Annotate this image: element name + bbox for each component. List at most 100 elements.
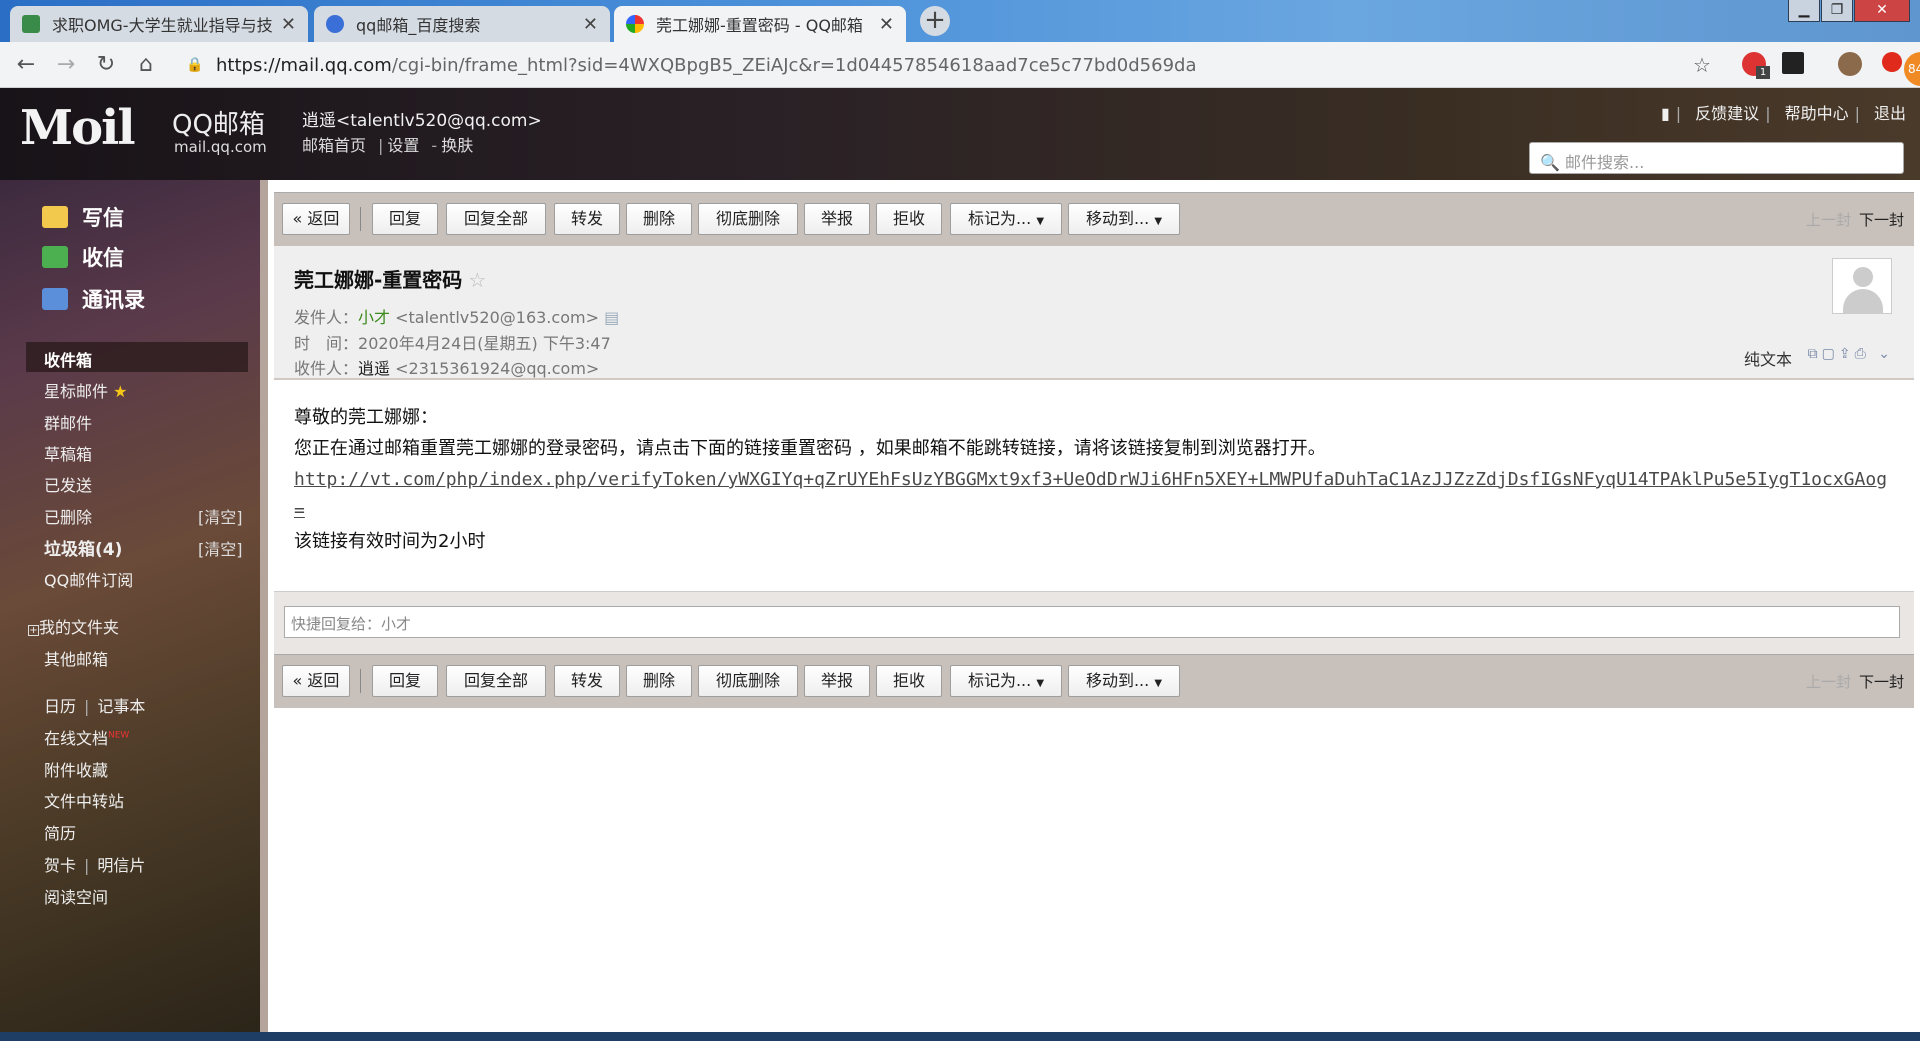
- postcard-link[interactable]: 明信片: [97, 856, 145, 875]
- contacts-button[interactable]: 通讯录: [42, 284, 145, 314]
- tab-baidu[interactable]: qq邮箱_百度搜索 ✕: [314, 6, 610, 42]
- forward-button[interactable]: 转发: [554, 203, 620, 235]
- new-tab-button[interactable]: +: [920, 6, 950, 36]
- sidebar-item-starred[interactable]: 星标邮件 ★: [44, 378, 127, 402]
- next-mail-link[interactable]: 下一封: [1859, 211, 1904, 229]
- home-icon[interactable]: ⌂: [132, 51, 160, 79]
- forward-button[interactable]: 转发: [554, 665, 620, 697]
- back-button[interactable]: « 返回: [282, 203, 350, 235]
- tab-title: qq邮箱_百度搜索: [356, 16, 481, 35]
- report-button[interactable]: 举报: [804, 665, 870, 697]
- mark-as-dropdown[interactable]: 标记为... ▼: [950, 665, 1062, 697]
- sidebar-item-inbox[interactable]: 收件箱: [26, 342, 248, 372]
- reload-icon[interactable]: ↻: [92, 51, 120, 79]
- report-button[interactable]: 举报: [804, 203, 870, 235]
- delete-button[interactable]: 删除: [626, 665, 692, 697]
- prev-mail-link[interactable]: 上一封: [1806, 673, 1851, 691]
- sidebar-item-resume[interactable]: 简历: [44, 820, 76, 844]
- delete-permanently-button[interactable]: 彻底删除: [698, 665, 798, 697]
- sidebar-item-subscriptions[interactable]: QQ邮件订阅: [44, 567, 133, 591]
- clear-spam-link[interactable]: [清空]: [198, 536, 243, 560]
- recipient-address: <2315361924@qq.com>: [395, 359, 600, 378]
- mailbox-home-link[interactable]: 邮箱首页: [302, 136, 366, 155]
- reply-button[interactable]: 回复: [372, 665, 438, 697]
- back-arrow-icon[interactable]: ←: [12, 51, 40, 79]
- maximize-button[interactable]: ❐: [1821, 0, 1853, 22]
- minimize-button[interactable]: ▁: [1788, 0, 1820, 22]
- baidu-paw-icon: [326, 15, 344, 33]
- sidebar-item-my-folders[interactable]: +我的文件夹: [28, 614, 119, 638]
- sidebar-item-attachments[interactable]: 附件收藏: [44, 757, 108, 781]
- tab-close-icon[interactable]: ✕: [879, 14, 894, 35]
- recipient-name[interactable]: 逍遥: [358, 359, 390, 378]
- mark-as-label: 标记为...: [967, 671, 1032, 690]
- sidebar-item-deleted[interactable]: 已删除: [44, 504, 92, 528]
- sidebar-item-spam[interactable]: 垃圾箱(4): [44, 535, 122, 560]
- time-label: 时 间：: [294, 334, 359, 353]
- starred-label: 星标邮件: [44, 382, 109, 401]
- dropdown-arrow-icon: ▼: [1154, 216, 1163, 227]
- tab-title: 求职OMG-大学生就业指导与技能: [52, 16, 273, 35]
- star-outline-icon[interactable]: ☆: [468, 268, 486, 292]
- tab-qiuzhi[interactable]: 求职OMG-大学生就业指导与技能 ✕: [10, 6, 308, 42]
- mark-as-dropdown[interactable]: 标记为... ▼: [950, 203, 1062, 235]
- sidebar-item-reading[interactable]: 阅读空间: [44, 884, 108, 908]
- sender-name[interactable]: 小才: [358, 308, 390, 327]
- logo-text: Moil: [20, 100, 136, 156]
- mobile-icon[interactable]: ▮: [1661, 104, 1670, 123]
- qqmail-logo[interactable]: Moil QQ邮箱 mail.qq.com: [20, 100, 267, 156]
- move-to-dropdown[interactable]: 移动到... ▼: [1068, 665, 1180, 697]
- sidebar-item-sent[interactable]: 已发送: [44, 472, 92, 496]
- search-icon: 🔍: [1540, 153, 1560, 172]
- reply-all-button[interactable]: 回复全部: [446, 665, 546, 697]
- dropdown-arrow-icon: ▼: [1036, 216, 1045, 227]
- close-window-button[interactable]: ✕: [1854, 0, 1910, 22]
- mail-search-input[interactable]: 🔍 邮件搜索...: [1529, 142, 1904, 174]
- skin-link[interactable]: 换肤: [441, 136, 473, 155]
- move-to-dropdown[interactable]: 移动到... ▼: [1068, 203, 1180, 235]
- calendar-link[interactable]: 日历: [44, 697, 76, 716]
- sidebar-item-group[interactable]: 群邮件: [44, 410, 92, 434]
- card-link[interactable]: 贺卡: [44, 856, 76, 875]
- clear-deleted-link[interactable]: [清空]: [198, 504, 243, 528]
- reject-button[interactable]: 拒收: [876, 203, 942, 235]
- reject-button[interactable]: 拒收: [876, 665, 942, 697]
- next-mail-link[interactable]: 下一封: [1859, 673, 1904, 691]
- logout-link[interactable]: 退出: [1874, 104, 1906, 123]
- mark-as-label: 标记为...: [967, 209, 1032, 228]
- tab-qqmail-active[interactable]: 莞工娜娜-重置密码 - QQ邮箱 ✕: [614, 6, 906, 42]
- plain-text-link[interactable]: 纯文本: [1744, 346, 1792, 370]
- forward-arrow-icon[interactable]: →: [52, 51, 80, 79]
- url-input[interactable]: 🔒 https://mail.qq.com/cgi-bin/frame_html…: [176, 48, 1706, 82]
- quick-reply-input[interactable]: 快捷回复给：小才: [284, 606, 1900, 638]
- upload-extension-icon[interactable]: [1882, 52, 1902, 72]
- bookmark-star-icon[interactable]: ☆: [1688, 51, 1716, 79]
- sidebar-item-drafts[interactable]: 草稿箱: [44, 441, 92, 465]
- back-button[interactable]: « 返回: [282, 665, 350, 697]
- reply-all-button[interactable]: 回复全部: [446, 203, 546, 235]
- compose-button[interactable]: 写信: [42, 202, 124, 232]
- reset-password-link[interactable]: http://vt.com/php/index.php/verifyToken/…: [294, 469, 1887, 521]
- sidebar-item-file-transfer[interactable]: 文件中转站: [44, 788, 124, 812]
- notes-link[interactable]: 记事本: [97, 697, 145, 716]
- tab-close-icon[interactable]: ✕: [281, 14, 296, 35]
- sidebar-item-online-docs[interactable]: 在线文档NEW: [44, 725, 129, 749]
- view-options-icons[interactable]: ⧉▢⇪⎙ ⌄: [1808, 346, 1894, 362]
- receive-button[interactable]: 收信: [42, 242, 124, 272]
- prev-mail-link[interactable]: 上一封: [1806, 211, 1851, 229]
- tab-close-icon[interactable]: ✕: [583, 14, 598, 35]
- new-tag: NEW: [108, 730, 130, 741]
- sender-line: 发件人：小才 <talentlv520@163.com> ▤: [294, 304, 619, 328]
- binary-extension-icon[interactable]: [1782, 52, 1804, 74]
- lock-icon: 🔒: [186, 57, 204, 73]
- toolbar-separator: [360, 207, 361, 231]
- feedback-link[interactable]: 反馈建议: [1695, 104, 1759, 123]
- delete-permanently-button[interactable]: 彻底删除: [698, 203, 798, 235]
- help-center-link[interactable]: 帮助中心: [1785, 104, 1849, 123]
- settings-link[interactable]: 设置: [387, 136, 419, 155]
- profile-avatar-icon[interactable]: [1838, 52, 1862, 76]
- contact-card-icon[interactable]: ▤: [604, 308, 619, 327]
- sidebar-item-other-mail[interactable]: 其他邮箱: [44, 646, 108, 670]
- delete-button[interactable]: 删除: [626, 203, 692, 235]
- reply-button[interactable]: 回复: [372, 203, 438, 235]
